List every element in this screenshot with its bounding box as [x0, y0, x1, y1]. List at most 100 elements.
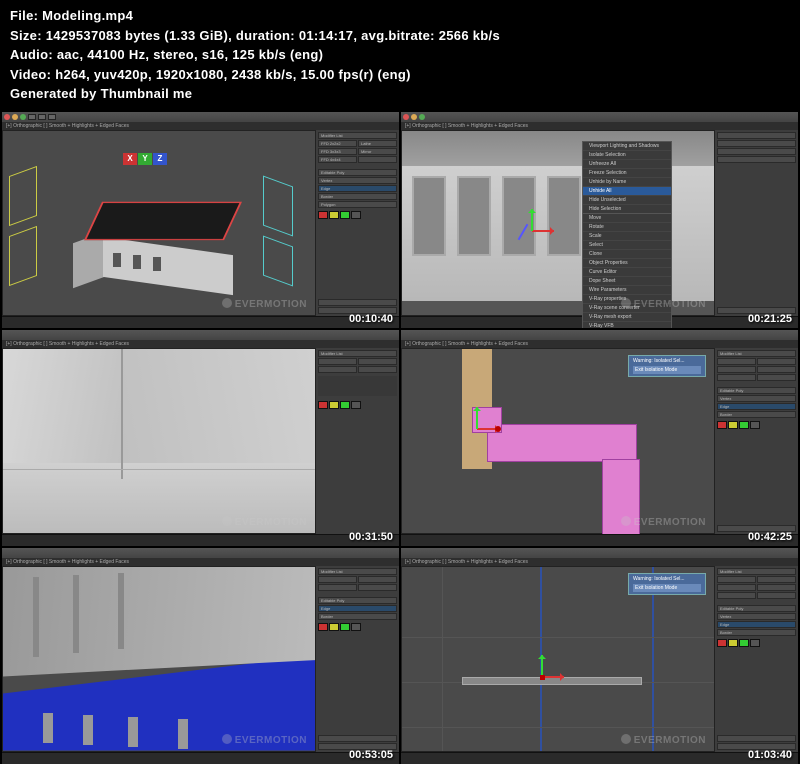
menu-item[interactable]: Unhide by Name: [583, 178, 671, 187]
modifier-item[interactable]: FFD 4x4x4: [318, 156, 357, 163]
viewport-label[interactable]: [+] Orthographic [ ] Smooth + Highlights…: [2, 340, 399, 348]
stack-item[interactable]: Border: [318, 193, 397, 200]
modifier-list-header[interactable]: Modifier List: [717, 350, 796, 357]
transform-gizmo[interactable]: [522, 657, 562, 697]
axis-y[interactable]: Y: [138, 153, 152, 165]
modifier-item[interactable]: [358, 156, 397, 163]
isolation-dialog[interactable]: Warning: Isolated Sel... Exit Isolation …: [628, 355, 706, 377]
viewport-3d[interactable]: [2, 348, 316, 534]
modifier-item[interactable]: FFD 2x2x2: [318, 140, 357, 147]
viewport-label[interactable]: [+] Orthographic [ ] Smooth + Highlights…: [401, 340, 798, 348]
menu-item[interactable]: Hide Unselected: [583, 196, 671, 205]
stack-item[interactable]: Border: [717, 411, 796, 418]
panel-option[interactable]: [318, 735, 397, 742]
stack-item[interactable]: Vertex: [717, 395, 796, 402]
panel-option[interactable]: [717, 148, 796, 155]
stack-item[interactable]: Border: [318, 613, 397, 620]
stack-item[interactable]: Border: [717, 629, 796, 636]
menu-item-highlighted[interactable]: Unhide All: [583, 187, 671, 196]
panel-header[interactable]: [717, 132, 796, 139]
app-toolbar[interactable]: [2, 548, 399, 558]
command-panel[interactable]: Modifier List FFD 2x2x2Lathe FFD 3x3x3Mi…: [315, 130, 399, 316]
stack-item-selected[interactable]: Edge: [318, 605, 397, 612]
command-panel[interactable]: Modifier List: [315, 348, 399, 534]
command-panel[interactable]: Modifier List Editable Poly Edge Border: [315, 566, 399, 752]
viewport-label[interactable]: [+] Orthographic [ ] Smooth + Highlights…: [2, 122, 399, 130]
viewport-3d[interactable]: Warning: Isolated Sel... Exit Isolation …: [401, 566, 715, 752]
axis-x[interactable]: X: [123, 153, 137, 165]
stack-item-selected[interactable]: Edge: [717, 621, 796, 628]
transform-gizmo[interactable]: [512, 211, 552, 251]
command-panel[interactable]: Modifier List Editable Poly Vertex Edge …: [714, 566, 798, 752]
menu-item[interactable]: V-Ray mesh export: [583, 313, 671, 322]
app-toolbar[interactable]: [401, 330, 798, 340]
panel-color-buttons[interactable]: [318, 401, 397, 409]
app-toolbar[interactable]: [2, 330, 399, 340]
menu-item[interactable]: Wire Parameters: [583, 286, 671, 295]
modifier-item[interactable]: Mirror: [358, 148, 397, 155]
panel-option[interactable]: [717, 735, 796, 742]
command-panel[interactable]: Modifier List Editable Poly Vertex Edge …: [714, 348, 798, 534]
viewport-3d[interactable]: Warning: Isolated Sel... Exit Isolation …: [401, 348, 715, 534]
app-toolbar[interactable]: [401, 548, 798, 558]
axis-constraint-badge[interactable]: X Y Z: [123, 153, 167, 165]
stack-item-selected[interactable]: Edge: [318, 185, 397, 192]
app-toolbar[interactable]: [2, 112, 399, 122]
panel-color-buttons[interactable]: [318, 211, 397, 219]
viewport-label[interactable]: [+] Orthographic [ ] Smooth + Highlights…: [2, 558, 399, 566]
menu-item[interactable]: Scale: [583, 232, 671, 241]
menu-item[interactable]: Viewport Lighting and Shadows: [583, 142, 671, 151]
timeline-bar[interactable]: [2, 316, 399, 328]
timeline-bar[interactable]: [401, 534, 798, 546]
stack-item[interactable]: Editable Poly: [717, 605, 796, 612]
panel-option[interactable]: [318, 299, 397, 306]
stack-item[interactable]: Polygon: [318, 201, 397, 208]
viewport-label[interactable]: [+] Orthographic [ ] Smooth + Highlights…: [401, 558, 798, 566]
viewport-3d[interactable]: X Y Z: [2, 130, 316, 316]
menu-item[interactable]: Object Properties: [583, 259, 671, 268]
timeline-bar[interactable]: [2, 534, 399, 546]
panel-color-buttons[interactable]: [717, 639, 796, 647]
axis-z[interactable]: Z: [153, 153, 167, 165]
stack-item[interactable]: Vertex: [717, 613, 796, 620]
duration-value: 01:14:17: [299, 28, 353, 43]
menu-item[interactable]: Rotate: [583, 223, 671, 232]
modifier-list-header[interactable]: Modifier List: [318, 568, 397, 575]
menu-item[interactable]: Isolate Selection: [583, 151, 671, 160]
modifier-item[interactable]: FFD 3x3x3: [318, 148, 357, 155]
modifier-item[interactable]: Lathe: [358, 140, 397, 147]
panel-option[interactable]: [717, 140, 796, 147]
exit-isolation-button[interactable]: Exit Isolation Mode: [633, 584, 701, 592]
viewport-3d[interactable]: Viewport Lighting and Shadows Isolate Se…: [401, 130, 715, 316]
menu-item[interactable]: Dope Sheet: [583, 277, 671, 286]
isolation-dialog[interactable]: Warning: Isolated Sel... Exit Isolation …: [628, 573, 706, 595]
modifier-list-header[interactable]: Modifier List: [318, 132, 397, 139]
menu-item[interactable]: Select: [583, 241, 671, 250]
viewport-3d[interactable]: [2, 566, 316, 752]
viewport-label[interactable]: [+] Orthographic [ ] Smooth + Highlights…: [401, 122, 798, 130]
size-bytes: 1429537083: [46, 28, 121, 43]
menu-item[interactable]: Curve Editor: [583, 268, 671, 277]
command-panel[interactable]: [714, 130, 798, 316]
modifier-list-header[interactable]: Modifier List: [717, 568, 796, 575]
timeline-bar[interactable]: [2, 752, 399, 764]
menu-item[interactable]: V-Ray VFB: [583, 322, 671, 328]
stack-item[interactable]: Editable Poly: [717, 387, 796, 394]
timeline-bar[interactable]: [401, 752, 798, 764]
transform-gizmo[interactable]: [457, 409, 497, 449]
panel-option[interactable]: [717, 156, 796, 163]
stack-item[interactable]: Editable Poly: [318, 597, 397, 604]
menu-item[interactable]: Unfreeze All: [583, 160, 671, 169]
app-toolbar[interactable]: [401, 112, 798, 122]
stack-item-selected[interactable]: Edge: [717, 403, 796, 410]
modifier-list-header[interactable]: Modifier List: [318, 350, 397, 357]
exit-isolation-button[interactable]: Exit Isolation Mode: [633, 366, 701, 374]
panel-color-buttons[interactable]: [717, 421, 796, 429]
menu-item[interactable]: Freeze Selection: [583, 169, 671, 178]
quad-menu-bottom[interactable]: Move Rotate Scale Select Clone Object Pr…: [582, 213, 672, 328]
menu-item[interactable]: Clone: [583, 250, 671, 259]
stack-item[interactable]: Vertex: [318, 177, 397, 184]
stack-item[interactable]: Editable Poly: [318, 169, 397, 176]
panel-color-buttons[interactable]: [318, 623, 397, 631]
menu-item[interactable]: Move: [583, 214, 671, 223]
